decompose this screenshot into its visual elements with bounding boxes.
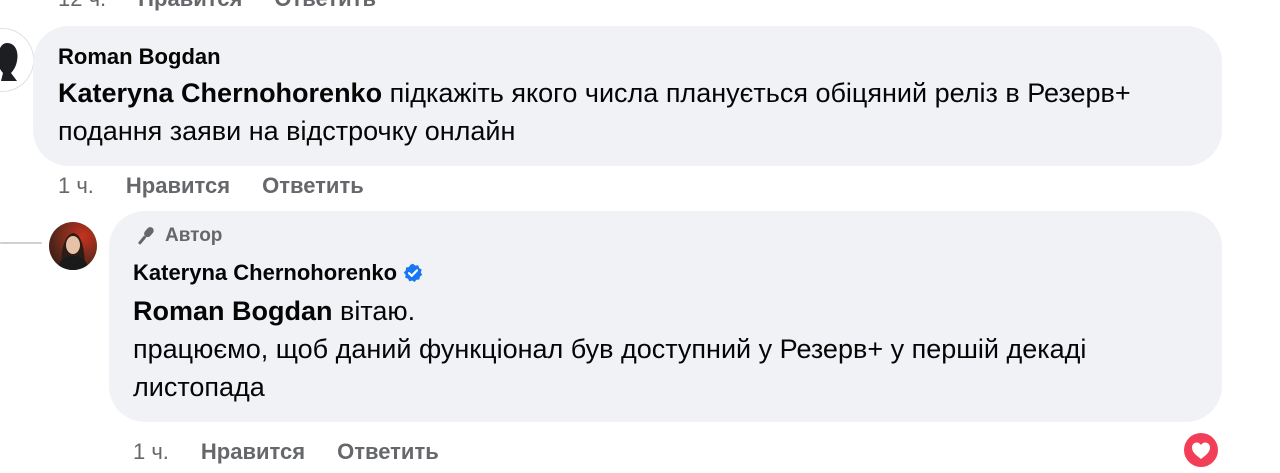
user-silhouette-icon xyxy=(0,29,33,91)
comment-timestamp[interactable]: 12 ч. xyxy=(58,0,106,12)
comment-text: Kateryna Chernohorenko підкажіть якого ч… xyxy=(58,74,1178,150)
profile-photo-icon xyxy=(49,222,97,270)
like-button[interactable]: Нравится xyxy=(138,0,242,12)
comment-timestamp[interactable]: 1 ч. xyxy=(133,439,169,465)
thread-connector xyxy=(0,242,42,244)
like-button[interactable]: Нравится xyxy=(201,439,305,465)
comment-author[interactable]: Kateryna Chernohorenko xyxy=(133,260,397,286)
mention-link[interactable]: Kateryna Chernohorenko xyxy=(58,78,382,108)
comment-author-row: Kateryna Chernohorenko xyxy=(133,260,423,286)
comment-actions: 1 ч. Нравится Ответить xyxy=(58,173,364,199)
avatar[interactable] xyxy=(0,28,34,92)
love-reaction-icon[interactable] xyxy=(1183,432,1219,468)
comment-timestamp[interactable]: 1 ч. xyxy=(58,173,94,199)
reply-button[interactable]: Ответить xyxy=(274,0,376,12)
reply-button[interactable]: Ответить xyxy=(337,439,439,465)
comment-body-paragraph: працюємо, щоб даний функціонал був досту… xyxy=(133,334,1087,402)
comment-author[interactable]: Roman Bogdan xyxy=(58,44,221,70)
comment-bubble: Roman Bogdan Kateryna Chernohorenko підк… xyxy=(33,26,1222,166)
comment-line: Roman Bogdan вітаю. xyxy=(133,292,1173,330)
like-button[interactable]: Нравится xyxy=(126,173,230,199)
author-badge: Автор xyxy=(133,225,222,247)
comment-text: Roman Bogdan вітаю. працюємо, щоб даний … xyxy=(133,292,1173,406)
microphone-icon xyxy=(138,227,154,245)
previous-comment-actions: 12 ч. Нравится Ответить xyxy=(58,0,376,12)
reply-button[interactable]: Ответить xyxy=(262,173,364,199)
verified-badge-icon xyxy=(403,263,423,282)
author-badge-label: Автор xyxy=(165,225,223,246)
avatar[interactable] xyxy=(49,222,97,270)
mention-link[interactable]: Roman Bogdan xyxy=(133,296,333,326)
reply-bubble: Автор Kateryna Chernohorenko Roman Bogda… xyxy=(109,211,1222,422)
reply-actions: 1 ч. Нравится Ответить xyxy=(133,439,439,465)
comment-body: вітаю. xyxy=(332,296,416,326)
